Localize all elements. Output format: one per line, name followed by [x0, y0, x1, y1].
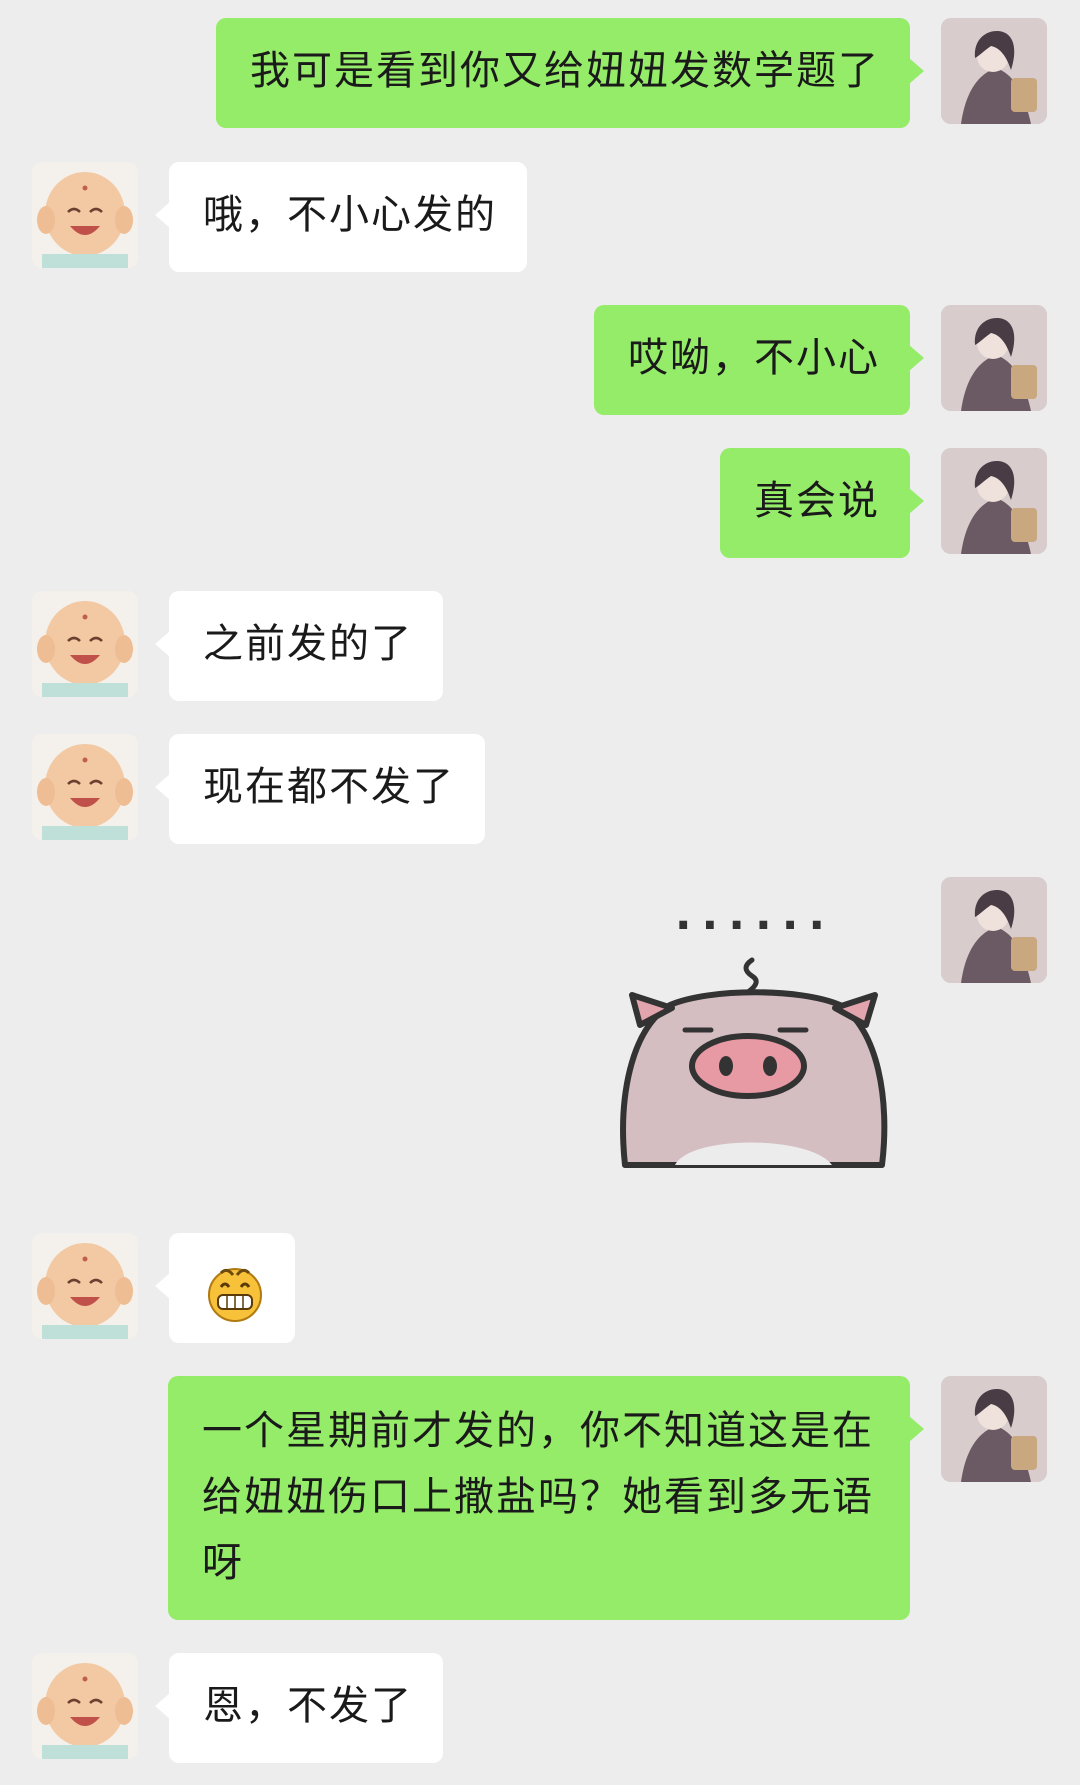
message-text: 真会说 — [754, 478, 880, 524]
grinning-face-icon — [208, 1268, 262, 1322]
avatar-self[interactable] — [941, 877, 1047, 983]
pig-sticker[interactable]: ······ — [610, 900, 900, 1190]
avatar-image — [32, 1653, 138, 1759]
message-text: 现在都不发了 — [203, 764, 455, 810]
message-bubble[interactable]: 之前发的了 — [155, 591, 443, 701]
avatar-self[interactable] — [941, 448, 1047, 554]
message-bubble[interactable]: 恩，不发了 — [155, 1653, 443, 1763]
avatar-contact[interactable] — [32, 734, 138, 840]
avatar-image — [32, 1233, 138, 1339]
avatar-self[interactable] — [941, 1376, 1047, 1482]
avatar-image — [32, 162, 138, 268]
message-text: 恩，不发了 — [203, 1683, 413, 1729]
message-bubble[interactable]: 现在都不发了 — [155, 734, 485, 844]
sticker-dots-text: ······ — [675, 900, 835, 951]
avatar-image — [941, 18, 1047, 124]
avatar-contact[interactable] — [32, 1233, 138, 1339]
avatar-contact[interactable] — [32, 1653, 138, 1759]
avatar-image — [32, 734, 138, 840]
message-text: 之前发的了 — [203, 621, 413, 667]
avatar-contact[interactable] — [32, 591, 138, 697]
avatar-image — [941, 305, 1047, 411]
message-bubble[interactable] — [155, 1233, 295, 1343]
avatar-image — [941, 1376, 1047, 1482]
message-bubble[interactable]: 哎呦，不小心 — [594, 305, 924, 415]
message-bubble[interactable]: 真会说 — [720, 448, 924, 558]
message-text: 哦，不小心发的 — [203, 192, 497, 238]
message-text: 一个星期前才发的，你不知道这是在给妞妞伤口上撒盐吗？她看到多无语呀 — [202, 1408, 874, 1586]
avatar-image — [941, 448, 1047, 554]
avatar-contact[interactable] — [32, 162, 138, 268]
message-bubble[interactable]: 哦，不小心发的 — [155, 162, 527, 272]
avatar-image — [941, 877, 1047, 983]
message-bubble[interactable]: 一个星期前才发的，你不知道这是在给妞妞伤口上撒盐吗？她看到多无语呀 — [168, 1376, 924, 1620]
pig-sticker-image: ······ — [620, 900, 888, 1168]
avatar-self[interactable] — [941, 305, 1047, 411]
message-text: 我可是看到你又给妞妞发数学题了 — [250, 48, 880, 94]
avatar-image — [32, 591, 138, 697]
avatar-self[interactable] — [941, 18, 1047, 124]
message-bubble[interactable]: 我可是看到你又给妞妞发数学题了 — [216, 18, 924, 128]
message-text: 哎呦，不小心 — [628, 335, 880, 381]
